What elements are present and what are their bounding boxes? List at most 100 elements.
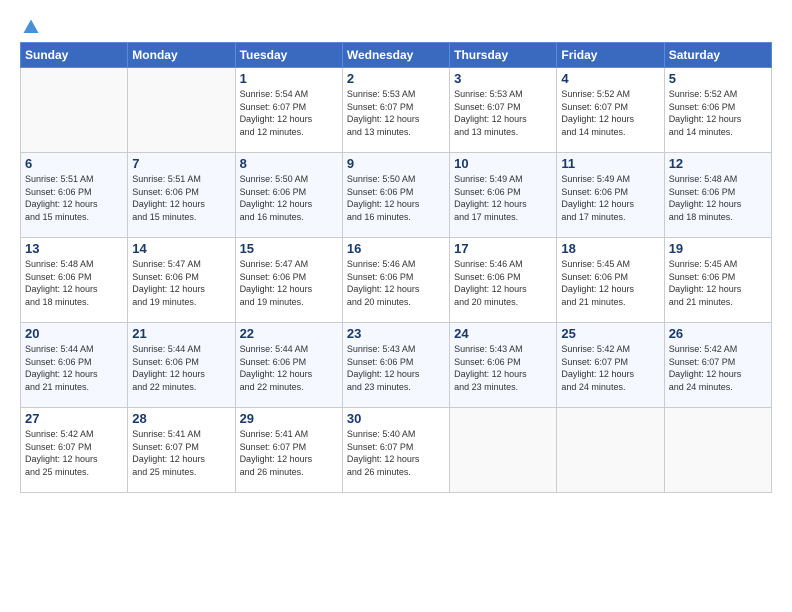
day-cell: 5 Sunrise: 5:52 AM Sunset: 6:06 PM Daylig… [664, 68, 771, 153]
day-info: Sunrise: 5:44 AM Sunset: 6:06 PM Dayligh… [132, 343, 230, 393]
day-info: Sunrise: 5:50 AM Sunset: 6:06 PM Dayligh… [347, 173, 445, 223]
day-cell: 18 Sunrise: 5:45 AM Sunset: 6:06 PM Dayli… [557, 238, 664, 323]
day-number: 7 [132, 156, 230, 171]
day-info: Sunrise: 5:44 AM Sunset: 6:06 PM Dayligh… [240, 343, 338, 393]
calendar-header: SundayMondayTuesdayWednesdayThursdayFrid… [21, 43, 772, 68]
day-number: 21 [132, 326, 230, 341]
day-info: Sunrise: 5:44 AM Sunset: 6:06 PM Dayligh… [25, 343, 123, 393]
day-number: 13 [25, 241, 123, 256]
day-cell: 10 Sunrise: 5:49 AM Sunset: 6:06 PM Dayli… [450, 153, 557, 238]
day-info: Sunrise: 5:42 AM Sunset: 6:07 PM Dayligh… [561, 343, 659, 393]
day-info: Sunrise: 5:50 AM Sunset: 6:06 PM Dayligh… [240, 173, 338, 223]
day-cell: 9 Sunrise: 5:50 AM Sunset: 6:06 PM Daylig… [342, 153, 449, 238]
day-cell: 11 Sunrise: 5:49 AM Sunset: 6:06 PM Dayli… [557, 153, 664, 238]
day-cell: 8 Sunrise: 5:50 AM Sunset: 6:06 PM Daylig… [235, 153, 342, 238]
day-cell: 26 Sunrise: 5:42 AM Sunset: 6:07 PM Dayli… [664, 323, 771, 408]
day-number: 10 [454, 156, 552, 171]
day-number: 29 [240, 411, 338, 426]
day-info: Sunrise: 5:46 AM Sunset: 6:06 PM Dayligh… [347, 258, 445, 308]
day-cell: 21 Sunrise: 5:44 AM Sunset: 6:06 PM Dayli… [128, 323, 235, 408]
day-number: 16 [347, 241, 445, 256]
col-header-saturday: Saturday [664, 43, 771, 68]
day-number: 3 [454, 71, 552, 86]
calendar-table: SundayMondayTuesdayWednesdayThursdayFrid… [20, 42, 772, 493]
col-header-friday: Friday [557, 43, 664, 68]
day-cell: 27Sunrise: 5:42 AM Sunset: 6:07 PM Dayli… [21, 408, 128, 493]
day-number: 19 [669, 241, 767, 256]
day-cell [450, 408, 557, 493]
day-info: Sunrise: 5:41 AM Sunset: 6:07 PM Dayligh… [240, 428, 338, 478]
day-number: 6 [25, 156, 123, 171]
day-number: 4 [561, 71, 659, 86]
day-cell [128, 68, 235, 153]
day-number: 30 [347, 411, 445, 426]
col-header-monday: Monday [128, 43, 235, 68]
day-cell: 3Sunrise: 5:53 AM Sunset: 6:07 PM Daylig… [450, 68, 557, 153]
day-cell: 20Sunrise: 5:44 AM Sunset: 6:06 PM Dayli… [21, 323, 128, 408]
day-info: Sunrise: 5:52 AM Sunset: 6:07 PM Dayligh… [561, 88, 659, 138]
day-info: Sunrise: 5:54 AM Sunset: 6:07 PM Dayligh… [240, 88, 338, 138]
week-row-2: 6 Sunrise: 5:51 AM Sunset: 6:06 PM Daylig… [21, 153, 772, 238]
day-cell: 23Sunrise: 5:43 AM Sunset: 6:06 PM Dayli… [342, 323, 449, 408]
calendar-body: 1 Sunrise: 5:54 AM Sunset: 6:07 PM Daylig… [21, 68, 772, 493]
day-number: 2 [347, 71, 445, 86]
col-header-sunday: Sunday [21, 43, 128, 68]
page: SundayMondayTuesdayWednesdayThursdayFrid… [0, 0, 792, 612]
day-number: 9 [347, 156, 445, 171]
day-info: Sunrise: 5:43 AM Sunset: 6:06 PM Dayligh… [454, 343, 552, 393]
day-cell [557, 408, 664, 493]
day-number: 25 [561, 326, 659, 341]
day-cell: 28 Sunrise: 5:41 AM Sunset: 6:07 PM Dayli… [128, 408, 235, 493]
day-info: Sunrise: 5:47 AM Sunset: 6:06 PM Dayligh… [240, 258, 338, 308]
day-cell [21, 68, 128, 153]
day-number: 22 [240, 326, 338, 341]
header [20, 18, 772, 32]
day-cell: 7Sunrise: 5:51 AM Sunset: 6:06 PM Daylig… [128, 153, 235, 238]
day-number: 14 [132, 241, 230, 256]
day-cell: 22 Sunrise: 5:44 AM Sunset: 6:06 PM Dayli… [235, 323, 342, 408]
day-info: Sunrise: 5:46 AM Sunset: 6:06 PM Dayligh… [454, 258, 552, 308]
day-info: Sunrise: 5:45 AM Sunset: 6:06 PM Dayligh… [669, 258, 767, 308]
day-cell: 17 Sunrise: 5:46 AM Sunset: 6:06 PM Dayli… [450, 238, 557, 323]
day-info: Sunrise: 5:43 AM Sunset: 6:06 PM Dayligh… [347, 343, 445, 393]
day-info: Sunrise: 5:51 AM Sunset: 6:06 PM Dayligh… [25, 173, 123, 223]
day-info: Sunrise: 5:49 AM Sunset: 6:06 PM Dayligh… [454, 173, 552, 223]
day-info: Sunrise: 5:42 AM Sunset: 6:07 PM Dayligh… [25, 428, 123, 478]
day-cell: 19 Sunrise: 5:45 AM Sunset: 6:06 PM Dayli… [664, 238, 771, 323]
week-row-1: 1 Sunrise: 5:54 AM Sunset: 6:07 PM Daylig… [21, 68, 772, 153]
day-number: 18 [561, 241, 659, 256]
logo-icon [22, 18, 40, 36]
day-number: 11 [561, 156, 659, 171]
day-number: 28 [132, 411, 230, 426]
day-number: 24 [454, 326, 552, 341]
col-header-wednesday: Wednesday [342, 43, 449, 68]
day-cell: 29 Sunrise: 5:41 AM Sunset: 6:07 PM Dayli… [235, 408, 342, 493]
logo [20, 18, 40, 32]
day-info: Sunrise: 5:47 AM Sunset: 6:06 PM Dayligh… [132, 258, 230, 308]
week-row-3: 13Sunrise: 5:48 AM Sunset: 6:06 PM Dayli… [21, 238, 772, 323]
day-number: 15 [240, 241, 338, 256]
week-row-5: 27Sunrise: 5:42 AM Sunset: 6:07 PM Dayli… [21, 408, 772, 493]
day-info: Sunrise: 5:41 AM Sunset: 6:07 PM Dayligh… [132, 428, 230, 478]
day-number: 26 [669, 326, 767, 341]
day-number: 8 [240, 156, 338, 171]
day-cell: 14 Sunrise: 5:47 AM Sunset: 6:06 PM Dayli… [128, 238, 235, 323]
day-cell [664, 408, 771, 493]
day-cell: 6 Sunrise: 5:51 AM Sunset: 6:06 PM Daylig… [21, 153, 128, 238]
day-cell: 15 Sunrise: 5:47 AM Sunset: 6:06 PM Dayli… [235, 238, 342, 323]
day-info: Sunrise: 5:48 AM Sunset: 6:06 PM Dayligh… [669, 173, 767, 223]
day-number: 5 [669, 71, 767, 86]
day-info: Sunrise: 5:49 AM Sunset: 6:06 PM Dayligh… [561, 173, 659, 223]
day-cell: 4 Sunrise: 5:52 AM Sunset: 6:07 PM Daylig… [557, 68, 664, 153]
day-cell: 1 Sunrise: 5:54 AM Sunset: 6:07 PM Daylig… [235, 68, 342, 153]
day-info: Sunrise: 5:45 AM Sunset: 6:06 PM Dayligh… [561, 258, 659, 308]
day-info: Sunrise: 5:40 AM Sunset: 6:07 PM Dayligh… [347, 428, 445, 478]
day-cell: 30 Sunrise: 5:40 AM Sunset: 6:07 PM Dayli… [342, 408, 449, 493]
day-info: Sunrise: 5:42 AM Sunset: 6:07 PM Dayligh… [669, 343, 767, 393]
day-info: Sunrise: 5:53 AM Sunset: 6:07 PM Dayligh… [347, 88, 445, 138]
col-header-tuesday: Tuesday [235, 43, 342, 68]
day-number: 1 [240, 71, 338, 86]
day-info: Sunrise: 5:52 AM Sunset: 6:06 PM Dayligh… [669, 88, 767, 138]
day-cell: 25 Sunrise: 5:42 AM Sunset: 6:07 PM Dayli… [557, 323, 664, 408]
day-number: 17 [454, 241, 552, 256]
